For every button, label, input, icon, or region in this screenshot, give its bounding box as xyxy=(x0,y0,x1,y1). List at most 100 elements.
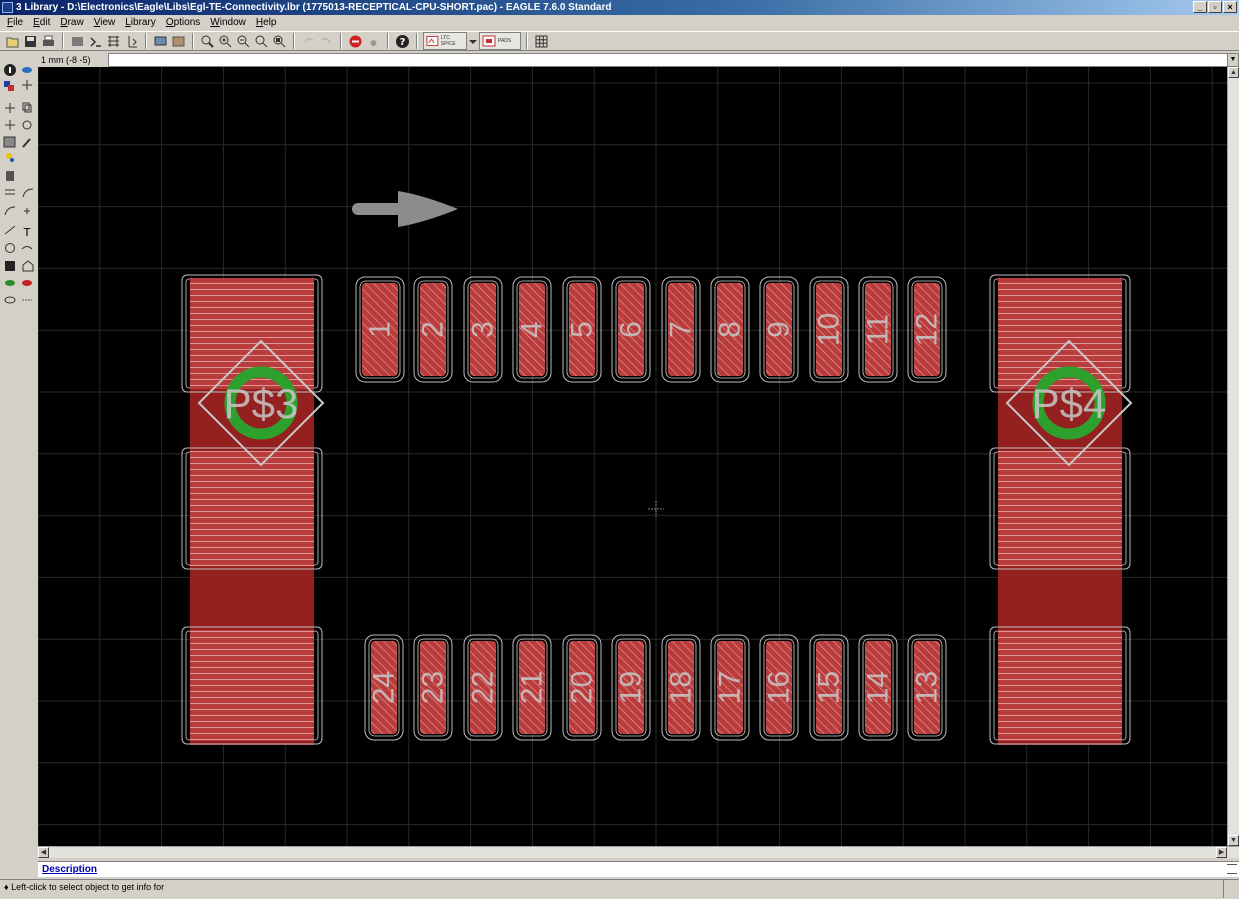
copy-tool-icon[interactable] xyxy=(22,102,32,113)
command-history-dropdown[interactable]: ▼ xyxy=(1227,54,1238,66)
zoom-in-button[interactable] xyxy=(217,33,234,50)
zoom-redraw-button[interactable] xyxy=(253,33,270,50)
smd-pad[interactable]: 2 xyxy=(413,276,453,383)
grid-button[interactable] xyxy=(533,33,550,50)
scroll-left-button[interactable]: ◀ xyxy=(38,847,49,858)
description-expand-icon[interactable] xyxy=(1227,864,1237,874)
menu-help[interactable]: Help xyxy=(251,17,282,28)
info-tool-icon[interactable] xyxy=(4,64,16,76)
cam-button[interactable] xyxy=(69,33,86,50)
print-button[interactable] xyxy=(40,33,57,50)
smd-pad[interactable]: 20 xyxy=(562,634,602,741)
command-input[interactable]: ▼ xyxy=(108,53,1239,67)
pad-tool-icon[interactable] xyxy=(5,280,15,286)
smd-pad[interactable]: 8 xyxy=(710,276,750,383)
zoom-out-button[interactable] xyxy=(235,33,252,50)
wire-tool-icon[interactable] xyxy=(4,225,16,235)
hole-tool-icon[interactable] xyxy=(4,296,16,304)
window-fit-button[interactable] xyxy=(152,33,169,50)
smd-pad[interactable]: 15 xyxy=(809,634,849,741)
undo-button[interactable] xyxy=(300,33,317,50)
horizontal-scrollbar[interactable]: ◀ ▶ xyxy=(38,846,1239,858)
scroll-up-button[interactable]: ▲ xyxy=(1228,67,1239,78)
circle-tool-icon[interactable] xyxy=(5,243,15,253)
pads-button[interactable]: PADS xyxy=(479,32,521,50)
smd-tool-icon[interactable] xyxy=(22,280,32,286)
paste-tool-icon[interactable] xyxy=(6,153,14,162)
package-drawing[interactable]: P$3 P$4 1 2 3 4 5 6 7 8 9 10 11 12 24 23 22 21 20 19 18 17 1… xyxy=(38,67,1227,846)
smd-pad[interactable]: 12 xyxy=(907,276,947,383)
smd-pad[interactable]: 4 xyxy=(512,276,552,383)
smd-pad[interactable]: 7 xyxy=(661,276,701,383)
change-tool-icon[interactable] xyxy=(22,138,31,148)
smd-pad[interactable]: 9 xyxy=(759,276,799,383)
menu-window[interactable]: Window xyxy=(205,17,251,28)
mark-tool-icon[interactable] xyxy=(22,80,32,90)
script-button[interactable] xyxy=(87,33,104,50)
scroll-right-button[interactable]: ▶ xyxy=(1216,847,1227,858)
delete-tool-icon[interactable] xyxy=(6,171,14,181)
zoom-fit-button[interactable] xyxy=(199,33,216,50)
resize-grip[interactable] xyxy=(1223,880,1239,898)
vertical-scrollbar[interactable]: ▲ ▼ xyxy=(1227,67,1239,846)
smd-pad-label: 18 xyxy=(665,671,698,704)
show-tool-icon[interactable] xyxy=(22,67,32,73)
save-button[interactable] xyxy=(22,33,39,50)
redo-button[interactable] xyxy=(318,33,335,50)
smd-pad[interactable]: 6 xyxy=(611,276,651,383)
pinswap-button[interactable] xyxy=(123,33,140,50)
description-link[interactable]: Description xyxy=(42,864,97,875)
smd-pad[interactable]: 3 xyxy=(463,276,503,383)
menu-library[interactable]: Library xyxy=(120,17,161,28)
layout-canvas[interactable]: P$3 P$4 1 2 3 4 5 6 7 8 9 10 11 12 24 23 22 21 20 19 18 17 1… xyxy=(38,67,1227,846)
smd-pad[interactable]: 18 xyxy=(661,634,701,741)
group-tool-icon[interactable] xyxy=(3,136,16,148)
name-tool-icon[interactable] xyxy=(5,189,15,195)
smd-pad[interactable]: 17 xyxy=(710,634,750,741)
menu-edit[interactable]: Edit xyxy=(28,17,55,28)
smd-pad[interactable]: 24 xyxy=(364,634,404,741)
smd-pad[interactable]: 11 xyxy=(858,276,898,383)
move-tool-icon[interactable] xyxy=(5,103,15,113)
smd-pad[interactable]: 13 xyxy=(907,634,947,741)
mount-pad[interactable]: P$4 xyxy=(989,274,1133,745)
help-button[interactable]: ? xyxy=(394,33,411,50)
menu-view[interactable]: View xyxy=(89,17,121,28)
miter-tool-icon[interactable] xyxy=(4,206,16,216)
eagle-app-icon[interactable] xyxy=(2,2,13,13)
menu-draw[interactable]: Draw xyxy=(55,17,88,28)
split-tool-icon[interactable] xyxy=(24,208,30,214)
smd-pad[interactable]: 21 xyxy=(512,634,552,741)
mirror-tool-icon[interactable] xyxy=(5,120,15,130)
zoom-select-button[interactable] xyxy=(271,33,288,50)
smash-tool-icon[interactable] xyxy=(22,188,34,198)
mount-pad[interactable]: P$3 xyxy=(181,274,325,745)
text-tool-icon[interactable]: T xyxy=(23,226,31,239)
smd-pad[interactable]: 16 xyxy=(759,634,799,741)
menu-options[interactable]: Options xyxy=(161,17,205,28)
arc-tool-icon[interactable] xyxy=(21,246,33,250)
go-button[interactable] xyxy=(365,33,382,50)
spice-dropdown-button[interactable] xyxy=(468,33,478,50)
scroll-down-button[interactable]: ▼ xyxy=(1228,835,1239,846)
ulp-button[interactable] xyxy=(105,33,122,50)
menu-file[interactable]: File xyxy=(2,17,28,28)
smd-pad[interactable]: 22 xyxy=(463,634,503,741)
ltc-spice-button[interactable]: LTC SPICE xyxy=(423,32,467,50)
smd-pad[interactable]: 23 xyxy=(413,634,453,741)
restore-button[interactable]: ▫ xyxy=(1208,1,1222,13)
stop-button[interactable] xyxy=(347,33,364,50)
open-button[interactable] xyxy=(4,33,21,50)
polygon-tool-icon[interactable] xyxy=(22,260,34,272)
rect-tool-icon[interactable] xyxy=(5,261,15,271)
layer-button[interactable] xyxy=(170,33,187,50)
close-button[interactable]: × xyxy=(1223,1,1237,13)
smd-pad[interactable]: 1 xyxy=(355,276,405,383)
smd-pad[interactable]: 10 xyxy=(809,276,849,383)
smd-pad[interactable]: 14 xyxy=(858,634,898,741)
display-tool-icon[interactable] xyxy=(4,81,14,91)
smd-pad[interactable]: 19 xyxy=(611,634,651,741)
minimize-button[interactable]: _ xyxy=(1193,1,1207,13)
rotate-tool-icon[interactable] xyxy=(22,120,32,130)
smd-pad[interactable]: 5 xyxy=(562,276,602,383)
